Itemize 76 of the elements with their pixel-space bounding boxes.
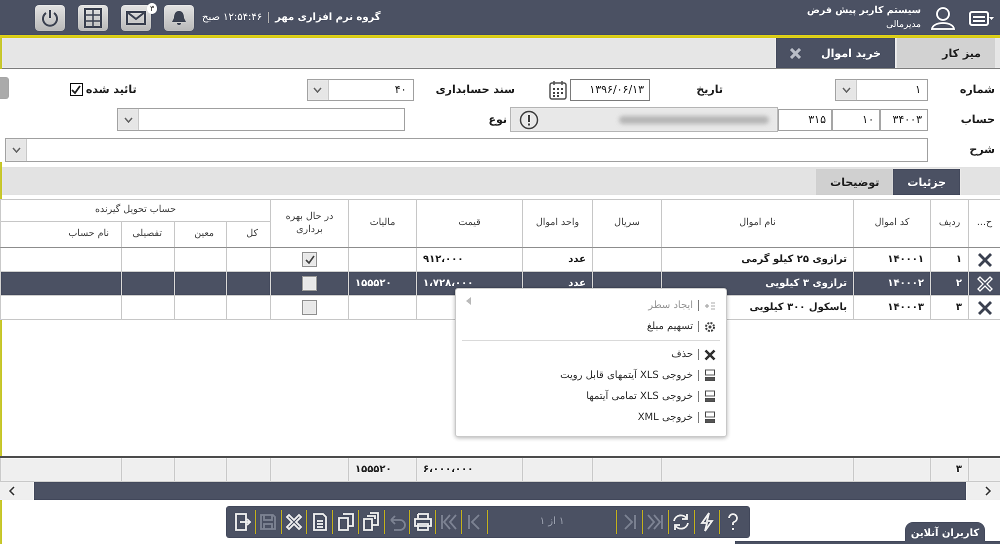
menu-item[interactable]: خروجی XLS آیتمهای قابل رویت — [456, 365, 726, 386]
field-label: شماره — [958, 83, 996, 96]
table-cell: ۳ — [930, 296, 968, 319]
caret-icon — [313, 86, 322, 92]
calculator-icon[interactable] — [78, 4, 108, 30]
table-row[interactable]: ۲ ۱۴۰۰۰۲ ترازوی ۳ کیلویی عدد ۱،۷۲۸،۰۰۰ ۱۵۵۵۲۰ — [0, 272, 1000, 296]
tab[interactable]: جزئیات — [893, 169, 960, 195]
account-code-field[interactable]: ۳۱۵ — [778, 108, 832, 130]
clock-time: ۱۲:۵۴:۴۶ صبح — [202, 12, 262, 23]
column-group-header: حساب تحویل گیرنده — [0, 200, 270, 222]
delete-icon — [704, 348, 716, 360]
menu-item[interactable]: تسهیم مبلغ — [456, 316, 726, 337]
menu-icon[interactable] — [969, 8, 995, 26]
field-label: نوع — [487, 113, 507, 126]
tab[interactable]: میز کار — [897, 38, 995, 68]
number-select[interactable]: ۱ — [835, 78, 928, 100]
checkbox[interactable] — [302, 300, 317, 315]
field-label: شرح — [968, 143, 996, 156]
table-cell: ۱۴۰۰۰۳ — [853, 296, 930, 319]
table-cell: ۲ — [930, 272, 968, 295]
bell-icon[interactable] — [164, 4, 194, 30]
table-cell: ۱ — [930, 248, 968, 271]
checkbox-label: تائید شده — [86, 83, 137, 96]
total-cell: ۶،۰۰۰،۰۰۰ — [416, 458, 522, 481]
power-icon[interactable] — [35, 4, 65, 30]
delete-row-icon[interactable] — [976, 298, 994, 316]
user-name: سیستم کاربر پیش فرض — [807, 5, 921, 16]
collapse-handle[interactable] — [0, 77, 9, 99]
account-code-field[interactable]: ۱۰ — [832, 108, 880, 130]
delete-row-icon[interactable] — [976, 250, 994, 268]
field-label: حساب — [960, 113, 996, 126]
add-row-icon — [704, 300, 716, 310]
table-cell: ۱۴۰۰۰۱ — [853, 248, 930, 271]
caret-icon — [124, 116, 132, 122]
total-cell: ۱۵۵۵۲۰ — [348, 458, 416, 481]
checkbox[interactable] — [70, 83, 83, 96]
menu-item[interactable]: حذف — [456, 344, 726, 365]
table-row[interactable]: ۱ ۱۴۰۰۰۱ ترازوی ۲۵ کیلو گرمی عدد ۹۱۲،۰۰۰ — [0, 248, 1000, 272]
tab[interactable]: توضیحات — [816, 169, 894, 195]
export-icon — [704, 411, 716, 424]
info-icon[interactable] — [519, 110, 539, 130]
scroll-right-icon[interactable] — [984, 486, 992, 496]
calendar-icon[interactable] — [549, 80, 567, 100]
delete-row-icon[interactable] — [976, 274, 994, 292]
export-icon — [704, 369, 716, 382]
close-icon[interactable] — [790, 48, 802, 58]
company-name: گروه نرم افزاری مهر — [268, 12, 381, 23]
field-label: سند حسابداری — [436, 83, 515, 96]
gear-icon — [704, 320, 716, 332]
table-cell: ترازوی ۲۵ کیلو گرمی — [661, 248, 853, 271]
checkbox[interactable] — [302, 276, 317, 291]
user-role: مدیرمالی — [886, 20, 921, 30]
table-cell: ۹۱۲،۰۰۰ — [416, 248, 522, 271]
total-cell: ۳ — [930, 458, 968, 481]
date-field[interactable]: ۱۳۹۶/۰۶/۱۳ — [570, 78, 650, 100]
tab[interactable]: خرید اموال — [776, 38, 895, 68]
description-field[interactable] — [5, 138, 928, 162]
voucher-select[interactable]: ۴۰ — [306, 78, 414, 100]
mail-badge: ۳ — [147, 2, 158, 14]
user-icon — [931, 6, 955, 30]
submenu-arrow-icon — [466, 297, 472, 305]
page-indicator: ۱ از ۱ — [488, 510, 618, 534]
caret-icon — [12, 146, 20, 152]
export-icon — [704, 390, 716, 403]
caret-icon — [842, 86, 850, 92]
account-code-field[interactable]: ۳۴۰۰۳ — [880, 108, 928, 130]
field-label: تاریخ — [695, 83, 723, 96]
table-cell: عدد — [522, 248, 592, 271]
menu-item[interactable]: خروجی XML — [456, 407, 726, 428]
menu-item[interactable]: خروجی XLS تمامی آیتمها — [456, 386, 726, 407]
table-cell: ۱۵۵۵۲۰ — [348, 272, 416, 295]
scrollbar-thumb[interactable] — [34, 482, 966, 500]
table-cell: ۱۴۰۰۰۲ — [853, 272, 930, 295]
mail-icon[interactable] — [121, 4, 151, 30]
scroll-left-icon[interactable] — [8, 486, 16, 496]
checkbox[interactable] — [302, 252, 317, 267]
